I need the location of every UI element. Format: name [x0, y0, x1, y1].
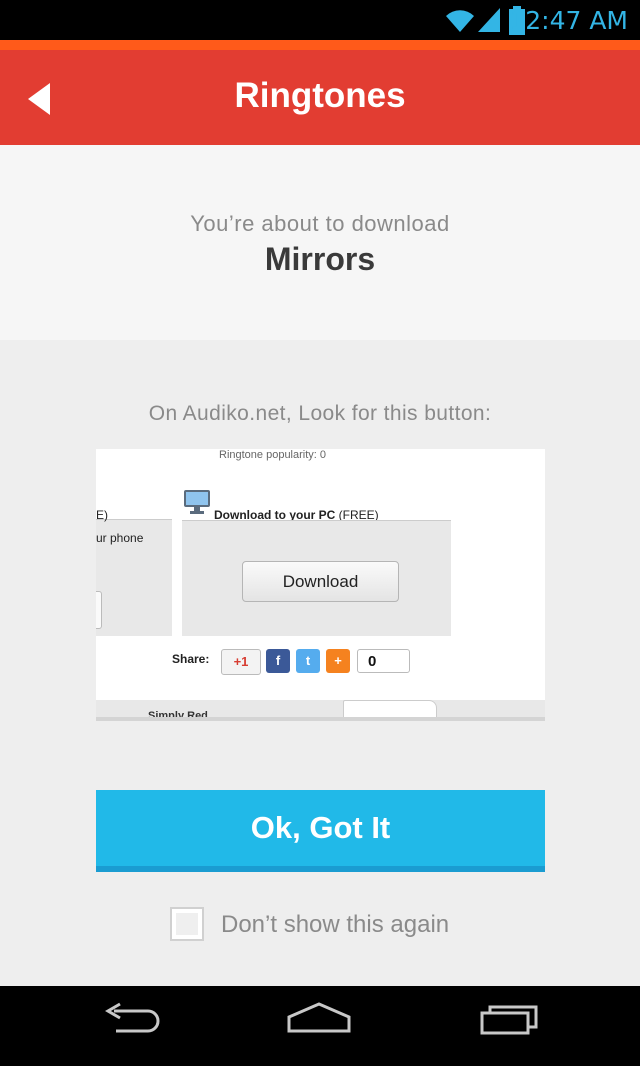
- share-label: Share:: [172, 652, 210, 666]
- ok-got-it-label: Ok, Got It: [250, 810, 391, 845]
- checkbox-icon[interactable]: [170, 907, 204, 941]
- app-bar-accent-strip: [0, 40, 640, 50]
- google-plus-icon: +1: [221, 649, 261, 675]
- download-button-example: Download: [242, 561, 399, 602]
- google-plus-count: +1: [233, 654, 249, 669]
- download-info-panel: You’re about to download Mirrors: [0, 145, 640, 340]
- clock: 12:47 AM: [509, 6, 628, 35]
- status-bar: 12:47 AM: [0, 0, 640, 40]
- computer-monitor-icon: [183, 489, 211, 520]
- addthis-icon: +: [326, 649, 350, 673]
- home-nav-button[interactable]: [286, 1001, 376, 1051]
- phone-download-text: ur phone: [96, 531, 144, 545]
- app-bar: Ringtones: [0, 50, 640, 145]
- system-nav-bar: [0, 986, 640, 1066]
- recents-nav-icon: [480, 1005, 538, 1035]
- button-shadow: [96, 866, 545, 872]
- phone-download-label: E): [96, 508, 108, 522]
- dont-show-again-label: Don’t show this again: [221, 911, 450, 938]
- facebook-icon: f: [266, 649, 290, 673]
- ok-got-it-button[interactable]: Ok, Got It: [96, 790, 545, 872]
- recents-nav-button[interactable]: [478, 1001, 568, 1051]
- share-count: 0: [357, 649, 410, 673]
- page-title: Ringtones: [234, 76, 406, 115]
- signal-icon: [476, 6, 502, 39]
- instruction-text: On Audiko.net, Look for this button:: [148, 402, 492, 425]
- twitter-icon: t: [296, 649, 320, 673]
- home-nav-icon: [287, 1002, 351, 1033]
- back-nav-icon: [105, 1002, 160, 1033]
- song-name: Mirrors: [264, 241, 376, 277]
- audiko-preview-image: Ringtone popularity: 0 E) ur phone Downl…: [96, 449, 545, 721]
- back-nav-button[interactable]: [100, 1001, 190, 1051]
- ringtone-popularity: Ringtone popularity: 0: [219, 449, 327, 461]
- download-subtitle: You’re about to download: [190, 211, 450, 236]
- dont-show-again-checkbox[interactable]: Don’t show this again: [170, 905, 490, 949]
- phone-download-button-edge: [96, 591, 102, 629]
- wifi-icon: [444, 6, 476, 39]
- preview-bottom-divider: [96, 717, 545, 721]
